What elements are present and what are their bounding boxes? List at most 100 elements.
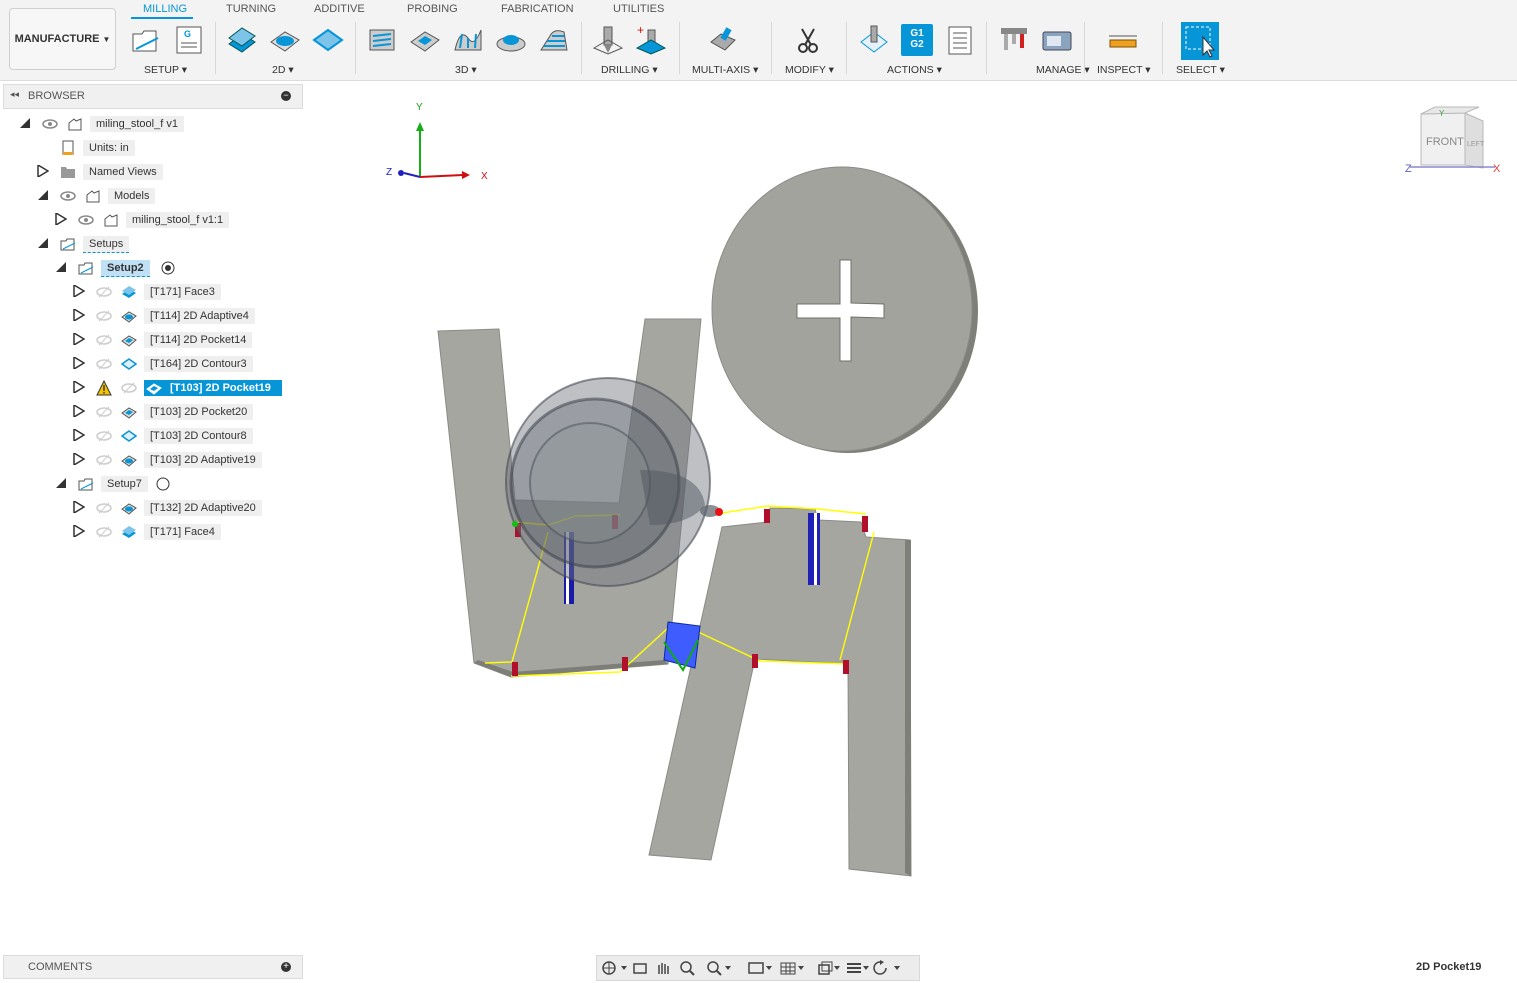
inactive-radio-icon[interactable] xyxy=(155,476,171,492)
expand-triangle-icon[interactable] xyxy=(73,501,85,513)
eye-hidden-icon[interactable] xyxy=(96,356,112,372)
radial-icon[interactable] xyxy=(495,24,527,56)
tab-turning[interactable]: TURNING xyxy=(226,3,276,15)
tree-item-operation[interactable]: [T103] 2D Contour8 xyxy=(0,426,300,446)
workspace-switcher[interactable]: MANUFACTURE ▼ xyxy=(9,8,116,70)
collapse-triangle-icon[interactable] xyxy=(55,261,67,273)
pocket-3d-icon[interactable] xyxy=(409,24,441,56)
nc-program-icon[interactable]: G xyxy=(173,24,205,56)
drill-icon[interactable] xyxy=(592,24,624,56)
tab-utilities[interactable]: UTILITIES xyxy=(613,3,664,15)
scallop-icon[interactable] xyxy=(538,24,570,56)
zoom-window-icon[interactable] xyxy=(707,961,722,976)
tree-item-units[interactable]: Units: in xyxy=(0,138,300,158)
look-at-icon[interactable] xyxy=(633,963,647,974)
tree-item-model-component[interactable]: miling_stool_f v1:1 xyxy=(0,210,300,230)
contour-2d-icon[interactable] xyxy=(312,24,344,56)
eye-hidden-icon[interactable] xyxy=(96,404,112,420)
expand-triangle-icon[interactable] xyxy=(73,357,85,369)
tree-item-operation[interactable]: [T103] 2D Adaptive19 xyxy=(0,450,300,470)
minus-circle-icon[interactable]: − xyxy=(281,91,291,101)
collapse-triangle-icon[interactable] xyxy=(37,189,49,201)
expand-triangle-icon[interactable] xyxy=(73,429,85,441)
browser-header[interactable]: ◂◂ BROWSER − xyxy=(3,84,303,109)
comments-panel[interactable]: COMMENTS + xyxy=(3,955,303,979)
group-select[interactable]: SELECT ▾ xyxy=(1176,64,1225,76)
eye-hidden-icon[interactable] xyxy=(96,284,112,300)
tree-item-operation[interactable]: [T171] Face3 xyxy=(0,282,300,302)
zoom-icon[interactable] xyxy=(680,961,695,976)
collapse-triangle-icon[interactable] xyxy=(19,117,31,129)
eye-icon[interactable] xyxy=(78,212,94,228)
refresh-icon[interactable] xyxy=(873,960,887,975)
eye-hidden-icon[interactable] xyxy=(96,524,112,540)
tab-fabrication[interactable]: FABRICATION xyxy=(501,3,574,15)
tab-milling[interactable]: MILLING xyxy=(143,3,187,15)
expand-triangle-icon[interactable] xyxy=(73,285,85,297)
orbit-icon[interactable] xyxy=(602,961,616,975)
collapse-triangle-icon[interactable] xyxy=(37,237,49,249)
tree-item-operation[interactable]: [T171] Face4 xyxy=(0,522,300,542)
tree-item-models[interactable]: Models xyxy=(0,186,300,206)
new-setup-icon[interactable] xyxy=(130,24,162,56)
collapse-triangle-icon[interactable] xyxy=(55,477,67,489)
multi-axis-icon[interactable] xyxy=(707,24,739,56)
tab-additive[interactable]: ADDITIVE xyxy=(314,3,365,15)
measure-icon[interactable] xyxy=(1107,24,1139,56)
eye-hidden-icon[interactable] xyxy=(96,332,112,348)
tree-item-operation[interactable]: [T164] 2D Contour3 xyxy=(0,354,300,374)
viewports-icon[interactable] xyxy=(818,961,833,975)
expand-triangle-icon[interactable] xyxy=(73,525,85,537)
group-modify[interactable]: MODIFY ▾ xyxy=(785,64,834,76)
eye-hidden-icon[interactable] xyxy=(96,500,112,516)
expand-triangle-icon[interactable] xyxy=(73,453,85,465)
eye-icon[interactable] xyxy=(42,116,58,132)
collapse-panel-icon[interactable]: ◂◂ xyxy=(10,89,19,100)
group-setup[interactable]: SETUP ▾ xyxy=(144,64,187,76)
tool-library-icon[interactable] xyxy=(998,24,1030,56)
group-3d[interactable]: 3D ▾ xyxy=(455,64,477,76)
plus-circle-icon[interactable]: + xyxy=(281,962,291,972)
simulate-icon[interactable] xyxy=(858,24,890,56)
scissors-icon[interactable] xyxy=(792,24,824,56)
parallel-icon[interactable] xyxy=(452,24,484,56)
group-drilling[interactable]: DRILLING ▾ xyxy=(601,64,658,76)
group-inspect[interactable]: INSPECT ▾ xyxy=(1097,64,1151,76)
group-multi-axis[interactable]: MULTI-AXIS ▾ xyxy=(692,64,758,76)
tree-item-operation-selected[interactable]: [T103] 2D Pocket19 xyxy=(0,378,300,398)
expand-triangle-icon[interactable] xyxy=(73,405,85,417)
eye-hidden-icon[interactable] xyxy=(121,380,137,396)
adaptive-3d-icon[interactable] xyxy=(366,24,398,56)
tree-item-operation[interactable]: [T114] 2D Adaptive4 xyxy=(0,306,300,326)
expand-triangle-icon[interactable] xyxy=(73,309,85,321)
group-2d[interactable]: 2D ▾ xyxy=(272,64,294,76)
setup-sheet-icon[interactable] xyxy=(944,24,976,56)
expand-triangle-icon[interactable] xyxy=(37,165,49,177)
tree-item-setup7[interactable]: Setup7 xyxy=(0,474,300,494)
active-radio-icon[interactable] xyxy=(160,260,176,276)
expand-triangle-icon[interactable] xyxy=(73,381,85,393)
eye-hidden-icon[interactable] xyxy=(96,452,112,468)
tree-item-root[interactable]: miling_stool_f v1 xyxy=(0,114,300,134)
tree-item-setup2[interactable]: Setup2 xyxy=(0,258,300,278)
face-icon[interactable] xyxy=(226,24,258,56)
tree-item-named-views[interactable]: Named Views xyxy=(0,162,300,182)
layers-icon[interactable] xyxy=(847,963,861,973)
tab-probing[interactable]: PROBING xyxy=(407,3,458,15)
expand-triangle-icon[interactable] xyxy=(55,213,67,225)
select-icon[interactable] xyxy=(1181,22,1219,60)
expand-triangle-icon[interactable] xyxy=(73,333,85,345)
hole-recognition-icon[interactable]: + xyxy=(635,24,667,56)
post-process-icon[interactable]: G1 G2 xyxy=(901,24,933,56)
group-actions[interactable]: ACTIONS ▾ xyxy=(887,64,942,76)
tree-item-operation[interactable]: [T114] 2D Pocket14 xyxy=(0,330,300,350)
tree-item-operation[interactable]: [T103] 2D Pocket20 xyxy=(0,402,300,422)
pan-hand-icon[interactable] xyxy=(658,963,669,974)
eye-icon[interactable] xyxy=(60,188,76,204)
eye-hidden-icon[interactable] xyxy=(96,308,112,324)
display-settings-icon[interactable] xyxy=(748,962,764,974)
eye-hidden-icon[interactable] xyxy=(96,428,112,444)
tree-item-operation[interactable]: [T132] 2D Adaptive20 xyxy=(0,498,300,518)
adaptive-2d-icon[interactable] xyxy=(269,24,301,56)
group-manage[interactable]: MANAGE ▾ xyxy=(1036,64,1090,76)
